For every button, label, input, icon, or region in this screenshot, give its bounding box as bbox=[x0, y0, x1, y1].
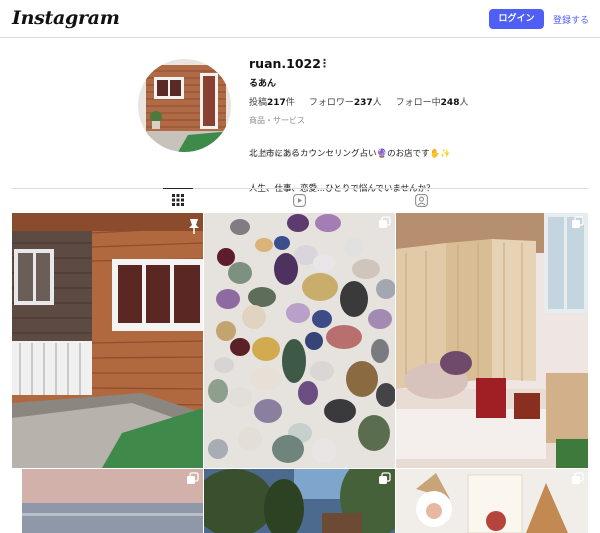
top-bar: Instagram ログイン 登録する bbox=[0, 0, 600, 38]
more-options-icon[interactable]: ⋮ bbox=[319, 57, 330, 70]
instagram-logo[interactable]: Instagram bbox=[12, 7, 120, 29]
post-tile[interactable] bbox=[396, 469, 588, 533]
tagged-icon bbox=[414, 193, 428, 207]
profile-avatar[interactable] bbox=[138, 59, 231, 152]
read-more-link[interactable]: ... 続きを読む bbox=[249, 148, 299, 159]
post-tile[interactable] bbox=[204, 469, 395, 533]
signup-link[interactable]: 登録する bbox=[553, 13, 589, 26]
post-tile[interactable] bbox=[204, 213, 395, 468]
reels-icon bbox=[292, 193, 306, 207]
grid-icon bbox=[172, 193, 184, 206]
followers-stat[interactable]: フォロワー237人 bbox=[309, 95, 382, 108]
post-tile[interactable] bbox=[12, 469, 203, 533]
post-tile[interactable] bbox=[12, 213, 203, 468]
tab-tagged[interactable] bbox=[406, 189, 436, 211]
login-button[interactable]: ログイン bbox=[489, 9, 544, 29]
tab-posts[interactable] bbox=[163, 188, 193, 210]
profile-stats: 投稿217件 フォロワー237人 フォロー中248人 bbox=[249, 95, 468, 108]
profile-category: 商品・サービス bbox=[249, 116, 305, 125]
following-stat[interactable]: フォロー中248人 bbox=[396, 95, 469, 108]
profile-full-name: るあん bbox=[249, 79, 277, 89]
tab-reels[interactable] bbox=[284, 189, 314, 211]
profile-username: ruan.1022 bbox=[249, 56, 321, 71]
posts-stat: 投稿217件 bbox=[249, 98, 295, 108]
post-tile[interactable] bbox=[396, 213, 588, 468]
